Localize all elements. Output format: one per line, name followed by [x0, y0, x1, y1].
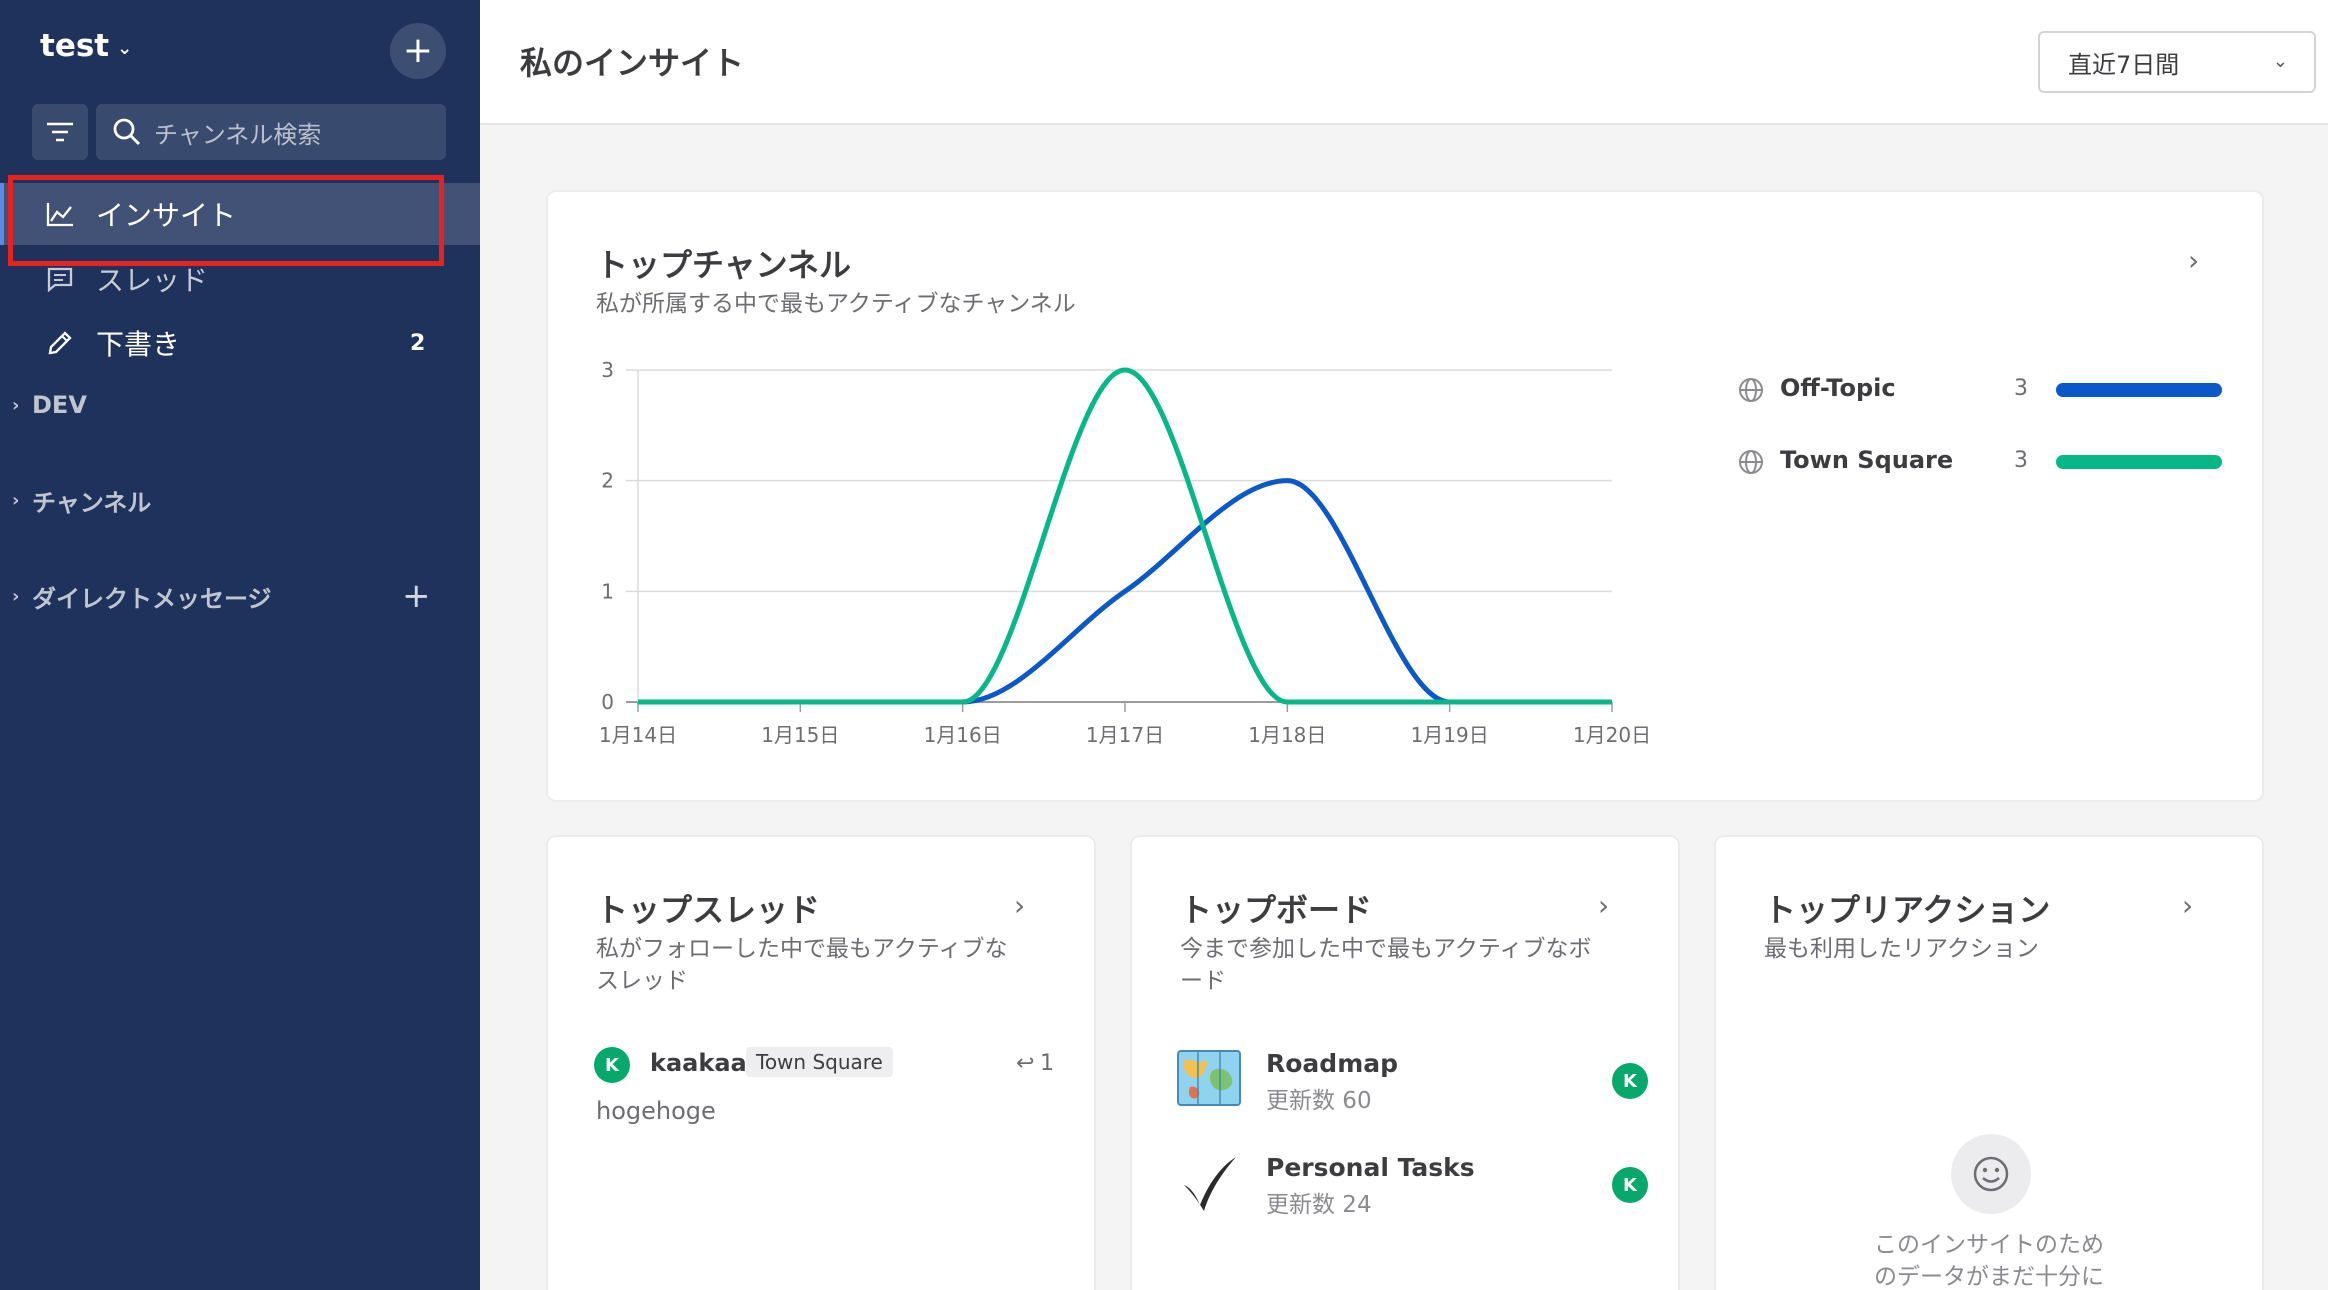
channel-search-input[interactable]: チャンネル検索 — [96, 104, 446, 160]
search-icon — [113, 118, 140, 145]
sidebar-item-label: インサイト — [96, 199, 237, 232]
category-direct-messages[interactable]: › ダイレクトメッセージ + — [0, 574, 480, 618]
time-range-select[interactable]: 直近7日間 ⌄ — [2038, 31, 2316, 93]
chevron-right-icon[interactable]: › — [2182, 889, 2193, 922]
chevron-right-icon[interactable]: › — [2188, 244, 2199, 277]
empty-state-line: このインサイトのため — [1874, 1232, 2104, 1258]
category-label: DEV — [32, 391, 87, 419]
checkmark-icon — [1184, 1157, 1236, 1211]
card-subtitle: 今まで参加した中で最もアクティブなボ — [1180, 936, 1592, 962]
avatar: K — [594, 1047, 630, 1083]
board-item-personal-tasks[interactable]: Personal Tasks 更新数 24 K — [1176, 1151, 1648, 1221]
top-reactions-card: トップリアクション 最も利用したリアクション › このインサイトのため のデータ… — [1714, 835, 2264, 1290]
x-tick-label: 1月17日 — [1086, 723, 1164, 747]
y-tick-label: 3 — [601, 358, 614, 382]
board-update-count: 更新数 24 — [1266, 1192, 1372, 1218]
drafts-count-badge: 2 — [410, 330, 426, 356]
category-channels[interactable]: › チャンネル — [0, 478, 480, 522]
chevron-right-icon[interactable]: › — [1014, 889, 1025, 922]
board-update-count: 更新数 60 — [1266, 1088, 1372, 1114]
legend-count: 3 — [2014, 448, 2028, 473]
card-title: トップスレッド — [596, 891, 821, 929]
top-channels-chart: 0 1 2 3 1月14日 1月15日 1月16日 1月17日 1月18日 1月19日 1月20日 — [599, 358, 1651, 747]
thread-channel-chip: Town Square — [746, 1047, 893, 1077]
card-title: トップボード — [1180, 891, 1373, 929]
legend-channel-name: Town Square — [1780, 446, 1954, 474]
y-tick-label: 2 — [601, 469, 614, 493]
emoji-placeholder — [1951, 1134, 2031, 1214]
chevron-down-icon: ⌄ — [2272, 51, 2288, 72]
board-item-roadmap[interactable]: Roadmap 更新数 60 K — [1176, 1047, 1648, 1117]
series-line-town-square — [638, 367, 1612, 705]
card-title: トップリアクション — [1764, 891, 2051, 929]
team-name: test — [40, 28, 110, 64]
category-label: ダイレクトメッセージ — [32, 584, 272, 613]
chart-line-icon — [44, 198, 76, 230]
avatar: K — [1612, 1063, 1648, 1099]
card-subtitle: 私がフォローした中で最もアクティブな — [596, 936, 1008, 962]
empty-state-line: のデータがまだ十分に — [1874, 1264, 2104, 1290]
thread-user: kaakaa — [650, 1049, 747, 1077]
card-subtitle: スレッド — [596, 968, 688, 994]
top-boards-card: トップボード 今まで参加した中で最もアクティブなボ ード › Roadmap 更… — [1130, 835, 1680, 1290]
card-title: トップチャンネル — [596, 246, 852, 284]
thread-item[interactable]: K kaakaa Town Square ↩ 1 hogehoge — [594, 1047, 1054, 1137]
card-subtitle: 最も利用したリアクション — [1764, 936, 2039, 962]
card-subtitle: 私が所属する中で最もアクティブなチャンネル — [596, 291, 1076, 317]
x-tick-label: 1月16日 — [924, 723, 1002, 747]
x-tick-label: 1月20日 — [1573, 723, 1651, 747]
pencil-icon — [44, 327, 76, 359]
empty-state-text: このインサイトのため のデータがまだ十分に — [1716, 1229, 2262, 1290]
chevron-right-icon: › — [12, 394, 20, 416]
board-name: Personal Tasks — [1266, 1153, 1475, 1182]
category-label: チャンネル — [32, 488, 152, 517]
legend-bar — [2056, 455, 2222, 469]
chevron-right-icon: › — [12, 585, 20, 607]
globe-icon — [1739, 450, 1763, 474]
reply-icon: ↩ — [1016, 1051, 1035, 1076]
sidebar: test ⌄ + チャンネル検索 インサイト スレッド 下書き 2 › DEV … — [0, 0, 480, 1290]
map-icon — [1177, 1050, 1241, 1106]
thread-message: hogehoge — [596, 1097, 716, 1125]
time-range-value: 直近7日間 — [2068, 50, 2180, 79]
page-title: 私のインサイト — [520, 44, 745, 82]
page-header: 私のインサイト 直近7日間 ⌄ — [480, 0, 2328, 125]
chevron-down-icon: ⌄ — [117, 37, 133, 59]
filter-button[interactable] — [32, 104, 88, 160]
card-subtitle: ード — [1180, 968, 1226, 994]
smiley-icon — [1973, 1156, 2009, 1192]
x-tick-label: 1月19日 — [1411, 723, 1489, 747]
team-menu-button[interactable]: test ⌄ — [40, 28, 132, 64]
x-tick-label: 1月18日 — [1248, 723, 1326, 747]
board-name: Roadmap — [1266, 1049, 1399, 1078]
filter-icon — [47, 122, 73, 142]
y-tick-label: 1 — [601, 579, 614, 603]
y-tick-label: 0 — [601, 690, 614, 714]
threads-icon — [44, 263, 76, 295]
sidebar-item-threads[interactable]: スレッド — [0, 248, 480, 310]
x-tick-label: 1月14日 — [599, 723, 677, 747]
x-tick-label: 1月15日 — [761, 723, 839, 747]
chevron-right-icon: › — [12, 489, 20, 511]
chevron-right-icon[interactable]: › — [1598, 889, 1609, 922]
legend-count: 3 — [2014, 376, 2028, 401]
search-placeholder: チャンネル検索 — [154, 120, 322, 149]
sidebar-item-label: スレッド — [96, 264, 209, 297]
legend-channel-name: Off-Topic — [1780, 374, 1896, 402]
category-dev[interactable]: › DEV — [0, 383, 480, 427]
reply-count: 1 — [1040, 1051, 1054, 1076]
add-direct-message-button[interactable]: + — [402, 576, 431, 616]
globe-icon — [1739, 378, 1763, 402]
sidebar-item-label: 下書き — [96, 328, 181, 361]
legend-bar — [2056, 383, 2222, 397]
avatar: K — [1612, 1167, 1648, 1203]
top-channels-card: トップチャンネル 私が所属する中で最もアクティブなチャンネル › 0 1 2 3 1月1… — [546, 190, 2264, 802]
sidebar-item-drafts[interactable]: 下書き 2 — [0, 312, 480, 374]
top-threads-card: トップスレッド 私がフォローした中で最もアクティブな スレッド › K kaak… — [546, 835, 1096, 1290]
sidebar-item-insights[interactable]: インサイト — [0, 183, 480, 245]
add-channel-button[interactable]: + — [390, 23, 446, 79]
